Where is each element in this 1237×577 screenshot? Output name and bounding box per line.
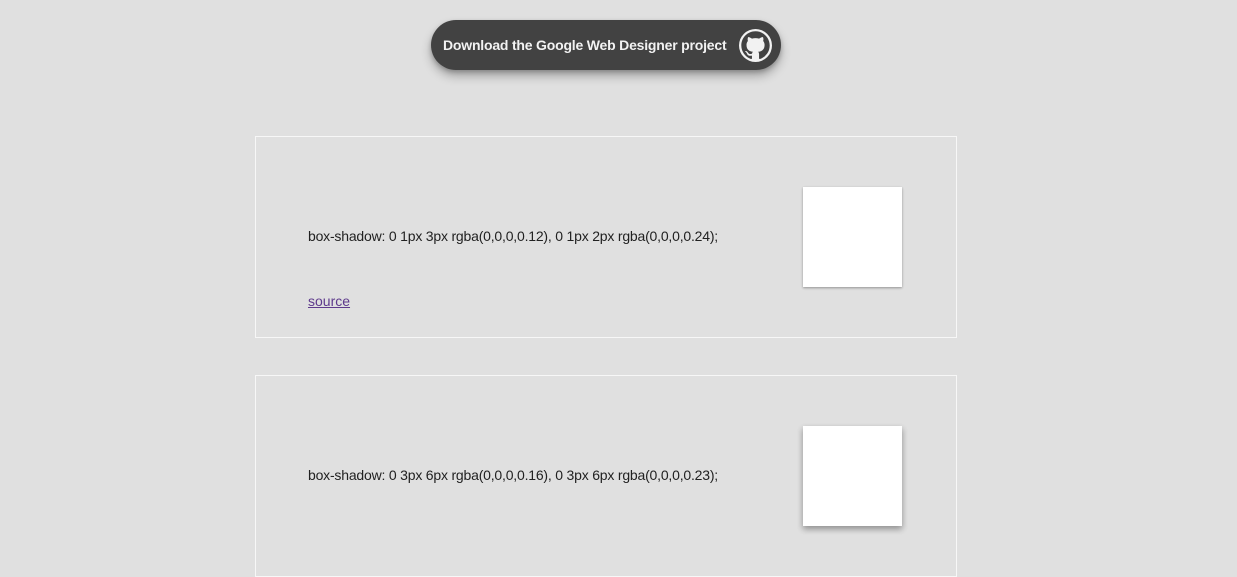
source-link[interactable]: source <box>308 293 350 309</box>
shadow-css-text: box-shadow: 0 3px 6px rgba(0,0,0,0.16), … <box>308 467 718 483</box>
shadow-card: box-shadow: 0 3px 6px rgba(0,0,0,0.16), … <box>255 375 957 577</box>
github-icon <box>739 28 772 62</box>
shadow-preview-box <box>803 187 902 287</box>
download-project-button[interactable]: Download the Google Web Designer project <box>431 20 781 70</box>
shadow-card: box-shadow: 0 1px 3px rgba(0,0,0,0.12), … <box>255 136 957 338</box>
shadow-css-text: box-shadow: 0 1px 3px rgba(0,0,0,0.12), … <box>308 228 718 244</box>
download-project-label: Download the Google Web Designer project <box>443 37 727 53</box>
shadow-preview-box <box>803 426 902 526</box>
